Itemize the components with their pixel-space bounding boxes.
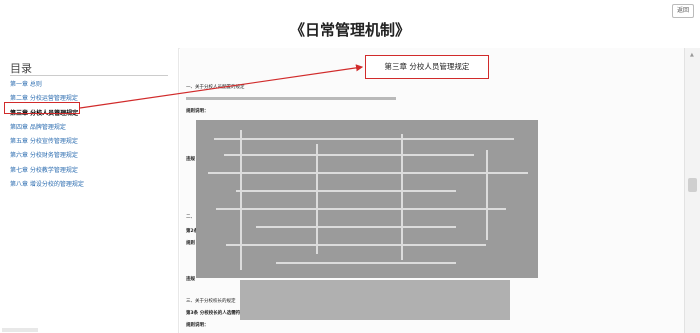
chapter-header-callout: 第三章 分校人员管理规定 — [365, 55, 489, 79]
table-of-contents: 目录 第一章 总则 第二章 分校运营管理规定 第三章 分校人员管理规定 第四章 … — [0, 48, 179, 333]
bottom-status-bar — [2, 328, 38, 332]
toc-item-chapter-7[interactable]: 第七章 分校教学管理规定 — [10, 164, 170, 178]
violation-label: 违规 — [186, 157, 195, 162]
scroll-up-icon[interactable]: ▲ — [690, 52, 694, 58]
violation-label: 违规 — [186, 277, 195, 282]
toc-item-chapter-8[interactable]: 第八章 增设分校的管理规定 — [10, 178, 170, 192]
toc-item-chapter-6[interactable]: 第六章 分校财务管理规定 — [10, 149, 170, 163]
redacted-content-block — [240, 280, 510, 320]
redacted-content-block — [196, 120, 538, 278]
scrollbar[interactable]: ▲ — [684, 48, 700, 333]
toc-item-chapter-1[interactable]: 第一章 总则 — [10, 78, 170, 92]
toc-active-highlight-box — [4, 102, 80, 114]
section-1-title: 一、关于分校人员配置的规定 — [186, 85, 245, 90]
page-title: 《日常管理机制》 — [289, 21, 410, 39]
section-3-title: 三、关于分校校长的规定 — [186, 299, 236, 304]
redacted-text — [186, 97, 396, 100]
section-2-title: 二、 — [186, 215, 195, 220]
toc-divider — [10, 75, 168, 76]
rule-label: 规则说明： — [186, 109, 209, 114]
back-button[interactable]: 返回 — [672, 4, 694, 18]
top-bar: 《日常管理机制》 返回 — [0, 0, 700, 49]
toc-item-chapter-5[interactable]: 第五章 分校宣传管理规定 — [10, 135, 170, 149]
toc-list: 第一章 总则 第二章 分校运营管理规定 第三章 分校人员管理规定 第四章 品牌管… — [10, 78, 170, 192]
rule-label: 规则 — [186, 241, 195, 246]
scroll-thumb[interactable] — [688, 178, 697, 192]
toc-title: 目录 — [10, 62, 32, 75]
toc-item-chapter-4[interactable]: 第四章 品牌管理规定 — [10, 121, 170, 135]
rule-label: 规则说明： — [186, 323, 209, 328]
